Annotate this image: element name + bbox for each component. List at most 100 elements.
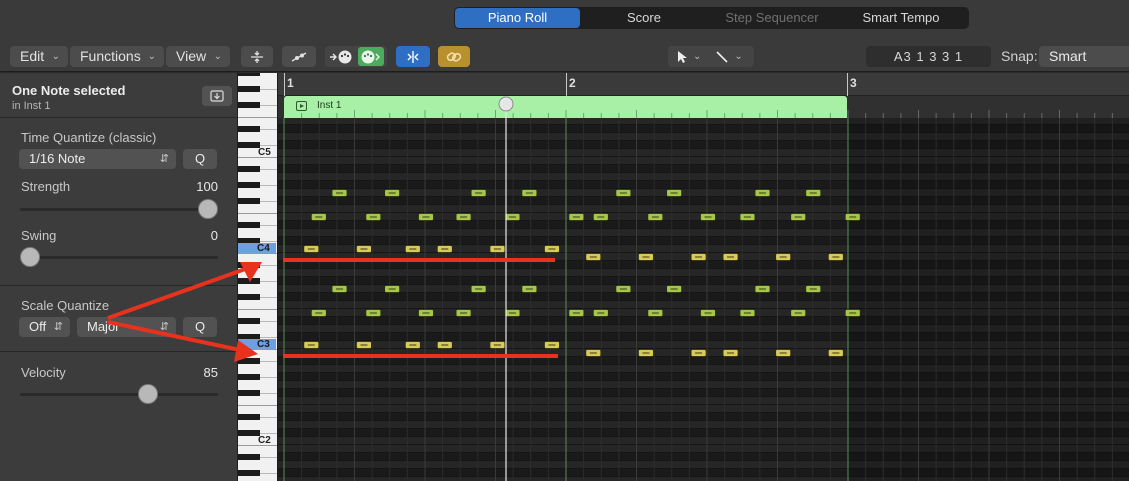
tab-step-sequencer: Step Sequencer xyxy=(725,10,819,25)
swing-value: 0 xyxy=(210,228,218,243)
pointer-tool-icon xyxy=(678,50,687,63)
chevron-down-icon: ⌄ xyxy=(213,51,222,62)
note-grid-canvas[interactable] xyxy=(278,118,1129,481)
view-menu-button[interactable]: View ⌄ xyxy=(166,46,230,67)
divider xyxy=(0,351,238,352)
snap-select[interactable]: Smart xyxy=(1039,46,1129,67)
black-key[interactable] xyxy=(238,86,260,92)
strength-slider-knob[interactable] xyxy=(198,199,218,219)
scale-quantize-scale-value: Major xyxy=(87,319,120,334)
note-grid[interactable] xyxy=(278,118,1129,481)
scale-quantize-scale-select[interactable]: Major ⇵ xyxy=(77,317,176,337)
link-button[interactable] xyxy=(438,46,470,67)
midi-buttons-group xyxy=(325,46,387,67)
playhead-handle[interactable] xyxy=(498,96,514,112)
black-key[interactable] xyxy=(238,294,260,300)
strength-label: Strength xyxy=(21,179,71,194)
pointer-tool-button[interactable]: ⌄ xyxy=(676,50,701,64)
piano-roll-inspector: One Note selected in Inst 1 Time Quantiz… xyxy=(0,73,238,481)
black-key[interactable] xyxy=(238,126,260,132)
bar-number: 1 xyxy=(287,76,294,90)
edit-menu-button[interactable]: Edit ⌄ xyxy=(10,46,68,67)
pencil-tool-button[interactable]: ⌄ xyxy=(715,50,743,64)
black-key[interactable] xyxy=(238,390,260,396)
tab-score[interactable]: Score xyxy=(580,8,708,28)
black-key[interactable] xyxy=(238,430,260,436)
chevron-down-icon: ⌄ xyxy=(147,51,156,62)
swing-slider[interactable] xyxy=(20,256,218,259)
position-display: A3 1 3 3 1 xyxy=(866,46,991,67)
selection-subtitle: in Inst 1 xyxy=(12,100,51,112)
bar-marker xyxy=(847,73,848,96)
bar-marker xyxy=(284,73,285,96)
automation-curve-icon xyxy=(291,51,307,62)
time-quantize-select[interactable]: 1/16 Note ⇵ xyxy=(19,149,176,169)
black-key[interactable] xyxy=(238,454,260,460)
white-key-divider xyxy=(238,213,277,214)
functions-menu-label: Functions xyxy=(80,48,141,64)
black-key[interactable] xyxy=(238,278,260,284)
up-down-chevron-icon: ⇵ xyxy=(53,321,63,333)
black-key[interactable] xyxy=(238,262,260,268)
black-key[interactable] xyxy=(238,182,260,188)
black-key[interactable] xyxy=(238,73,260,76)
octave-label: C4 xyxy=(238,243,276,254)
region-lane: Inst 1 xyxy=(278,96,1129,118)
tool-menus: ⌄ ⌄ xyxy=(668,46,754,67)
velocity-slider[interactable] xyxy=(20,393,218,396)
black-key[interactable] xyxy=(238,222,260,228)
download-icon xyxy=(210,90,224,102)
scale-quantize-mode-value: Off xyxy=(29,319,47,334)
black-key[interactable] xyxy=(238,470,260,476)
time-quantize-q-button[interactable]: Q xyxy=(183,149,217,169)
chevron-down-icon: ⌄ xyxy=(734,51,743,62)
catch-playhead-icon xyxy=(407,50,419,63)
link-icon xyxy=(446,51,462,62)
chevron-down-icon: ⌄ xyxy=(51,51,60,62)
white-key-divider xyxy=(238,117,277,118)
collapse-button[interactable] xyxy=(241,46,273,67)
midi-in-icon[interactable] xyxy=(329,49,355,65)
collapse-icon xyxy=(251,50,263,63)
bar-number: 2 xyxy=(569,76,576,90)
black-key[interactable] xyxy=(238,318,260,324)
automation-button[interactable] xyxy=(282,46,316,67)
scale-quantize-mode-select[interactable]: Off ⇵ xyxy=(19,317,70,337)
editor-tab-bar: Piano Roll Score Step Sequencer Smart Te… xyxy=(0,0,1129,38)
black-key[interactable] xyxy=(238,358,260,364)
black-key[interactable] xyxy=(238,374,260,380)
black-key[interactable] xyxy=(238,102,260,108)
swing-label: Swing xyxy=(21,228,57,243)
scale-quantize-q-button[interactable]: Q xyxy=(183,317,217,337)
velocity-label: Velocity xyxy=(21,365,66,380)
bar-ruler[interactable]: 1 2 3 xyxy=(278,73,1129,96)
select-region-button[interactable] xyxy=(202,86,232,106)
divider xyxy=(0,117,238,118)
swing-slider-knob[interactable] xyxy=(20,247,40,267)
octave-label: C3 xyxy=(238,339,276,350)
black-key[interactable] xyxy=(238,142,260,148)
functions-menu-button[interactable]: Functions ⌄ xyxy=(70,46,164,67)
strength-slider[interactable] xyxy=(20,208,218,211)
black-key[interactable] xyxy=(238,166,260,172)
tab-smart-tempo[interactable]: Smart Tempo xyxy=(836,8,966,28)
snap-label: Snap: xyxy=(1001,48,1038,64)
up-down-chevron-icon: ⇵ xyxy=(159,153,169,165)
piano-keyboard[interactable]: C5 C4 C3 C2 xyxy=(238,73,278,481)
up-down-chevron-icon: ⇵ xyxy=(159,321,169,333)
beat-ticks xyxy=(301,96,1113,118)
bar-number: 3 xyxy=(850,76,857,90)
black-key[interactable] xyxy=(238,198,260,204)
edit-menu-label: Edit xyxy=(20,48,45,64)
time-quantize-value: 1/16 Note xyxy=(29,151,86,166)
catch-button[interactable] xyxy=(396,46,430,67)
white-key-divider xyxy=(238,309,277,310)
scale-quantize-label: Scale Quantize xyxy=(21,298,110,313)
tab-piano-roll[interactable]: Piano Roll xyxy=(455,8,580,28)
chevron-down-icon: ⌄ xyxy=(693,51,702,62)
divider xyxy=(0,285,238,286)
selection-title: One Note selected xyxy=(12,83,126,98)
midi-out-button[interactable] xyxy=(357,47,384,66)
velocity-slider-knob[interactable] xyxy=(138,384,158,404)
black-key[interactable] xyxy=(238,414,260,420)
